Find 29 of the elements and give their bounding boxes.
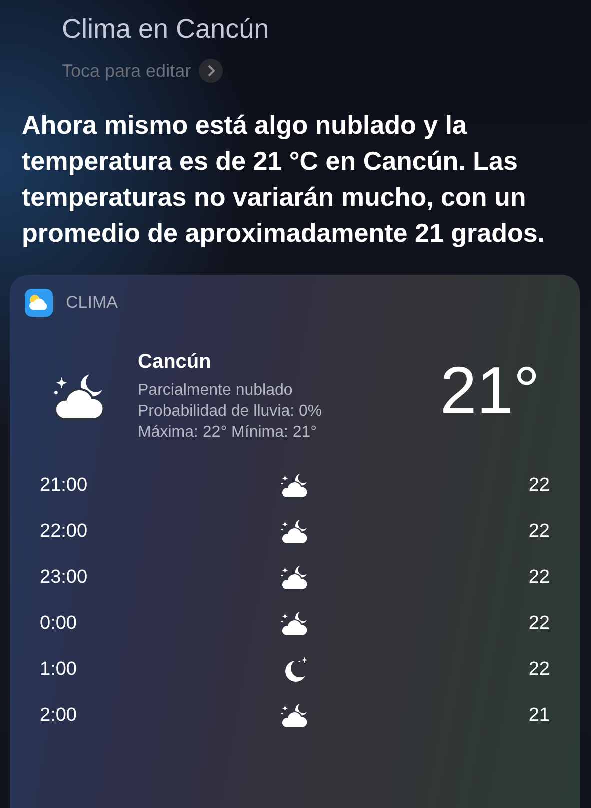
hour-temperature: 22 [528, 521, 550, 543]
hour-time: 2:00 [40, 705, 78, 727]
cloud-moon-icon [280, 563, 310, 593]
high-low-text: Máxima: 22° Mínima: 21° [138, 423, 318, 443]
edit-button[interactable] [199, 59, 224, 83]
city-name: Cancún [138, 351, 212, 374]
chevron-icon [206, 64, 216, 78]
condition-text: Parcialmente nublado [138, 381, 294, 401]
hour-temperature: 22 [528, 659, 550, 681]
hour-time: 0:00 [40, 613, 78, 635]
cloud-moon-icon [280, 701, 310, 731]
answer-text: Ahora mismo está algo nublado y la temperatura es de 21 °C en Cancún. Las temperaturas no variarán mucho, con un promedio de aproximadamente 21 grados. [22, 109, 546, 250]
weather-app-icon [25, 289, 53, 317]
rain-chance: Probabilidad de lluvia: 0% [138, 402, 322, 422]
hour-temperature: 21 [528, 705, 550, 727]
hour-time: 21:00 [40, 475, 89, 497]
hour-time: 23:00 [40, 567, 89, 589]
hour-temperature: 22 [528, 567, 550, 589]
hour-time: 1:00 [40, 659, 78, 681]
hour-temperature: 22 [528, 475, 550, 497]
hour-time: 22:00 [40, 521, 89, 543]
current-temperature: 21° [440, 357, 540, 423]
cloud-moon-icon [280, 609, 310, 639]
query-text[interactable]: Clima en Cancún [62, 14, 270, 45]
cloud-moon-icon [280, 471, 310, 501]
cloud-moon-icon [280, 517, 310, 547]
app-name: CLIMA [66, 293, 118, 313]
weather-card[interactable]: CLIMA Cancún Parcialmente nublado Probabilidad de lluvia: 0% Máxima: 22° Mínima: 21° 21° 21:00 22 22:00 22 23:00 22 0:00 22 1:00 22 2:00 21 [10, 275, 580, 808]
hour-temperature: 22 [528, 613, 550, 635]
